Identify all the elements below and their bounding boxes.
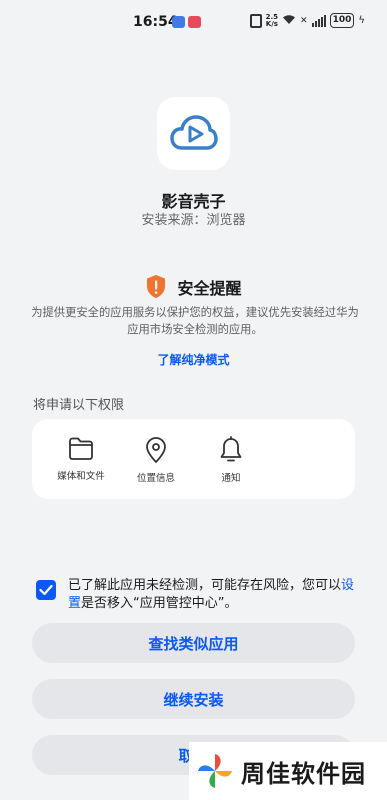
status-icons: 2.5 K/s ✕ 100 ϟ — [249, 13, 365, 28]
consent-text-after: 是否移入“应用管控中心”。 — [81, 596, 238, 611]
consent-checkbox[interactable] — [36, 580, 56, 600]
permission-label: 媒体和文件 — [57, 471, 105, 482]
location-icon — [146, 437, 166, 463]
vibrate-icon — [249, 13, 262, 28]
permissions-heading: 将申请以下权限 — [33, 398, 125, 413]
permissions-card: 媒体和文件 位置信息 通知 — [32, 419, 355, 499]
checkmark-icon — [39, 584, 53, 596]
find-similar-apps-button[interactable]: 查找类似应用 — [32, 623, 355, 663]
no-signal-icon: ✕ — [300, 15, 308, 26]
continue-install-button[interactable]: 继续安装 — [32, 679, 355, 719]
status-bar: 16:54 2.5 K/s ✕ 100 ϟ — [0, 0, 387, 44]
permission-item-location[interactable]: 位置信息 — [121, 436, 191, 484]
permission-label: 通知 — [221, 473, 241, 484]
folder-icon — [69, 437, 93, 460]
consent-text-before: 已了解此应用未经检测，可能存在风险，您可以 — [68, 578, 342, 593]
bell-icon — [220, 436, 242, 462]
watermark: 周佳软件园 — [189, 742, 387, 800]
pinwheel-logo-icon — [198, 754, 232, 788]
cloud-play-icon — [169, 114, 218, 150]
network-speed-unit: K/s — [265, 19, 278, 28]
permission-label: 位置信息 — [136, 473, 175, 484]
app-icon — [157, 97, 230, 170]
consent-text: 已了解此应用未经检测，可能存在风险，您可以设置是否移入“应用管控中心”。 — [68, 577, 358, 613]
security-notice-header: 安全提醒 — [0, 274, 387, 299]
watermark-text: 周佳软件园 — [241, 759, 366, 788]
signal-icon — [311, 14, 326, 27]
status-time: 16:54 — [133, 14, 178, 30]
notification-app-icon — [188, 16, 201, 28]
security-description: 为提供更安全的应用服务以保护您的权益，建议优先安装经过华为应用市场安全检测的应用… — [31, 306, 359, 336]
charging-icon: ϟ — [358, 15, 365, 26]
notification-app-icon — [172, 16, 185, 28]
learn-pure-mode-link[interactable]: 了解纯净模式 — [0, 351, 387, 368]
battery-icon: 100 — [329, 13, 355, 28]
network-speed: 2.5 K/s — [265, 13, 278, 28]
permission-item-media[interactable]: 媒体和文件 — [46, 436, 116, 482]
permission-item-notification[interactable]: 通知 — [196, 436, 266, 484]
install-source: 安装来源：浏览器 — [141, 213, 246, 228]
wifi-icon — [282, 14, 296, 28]
warning-shield-icon — [147, 275, 166, 298]
security-title: 安全提醒 — [177, 278, 242, 298]
